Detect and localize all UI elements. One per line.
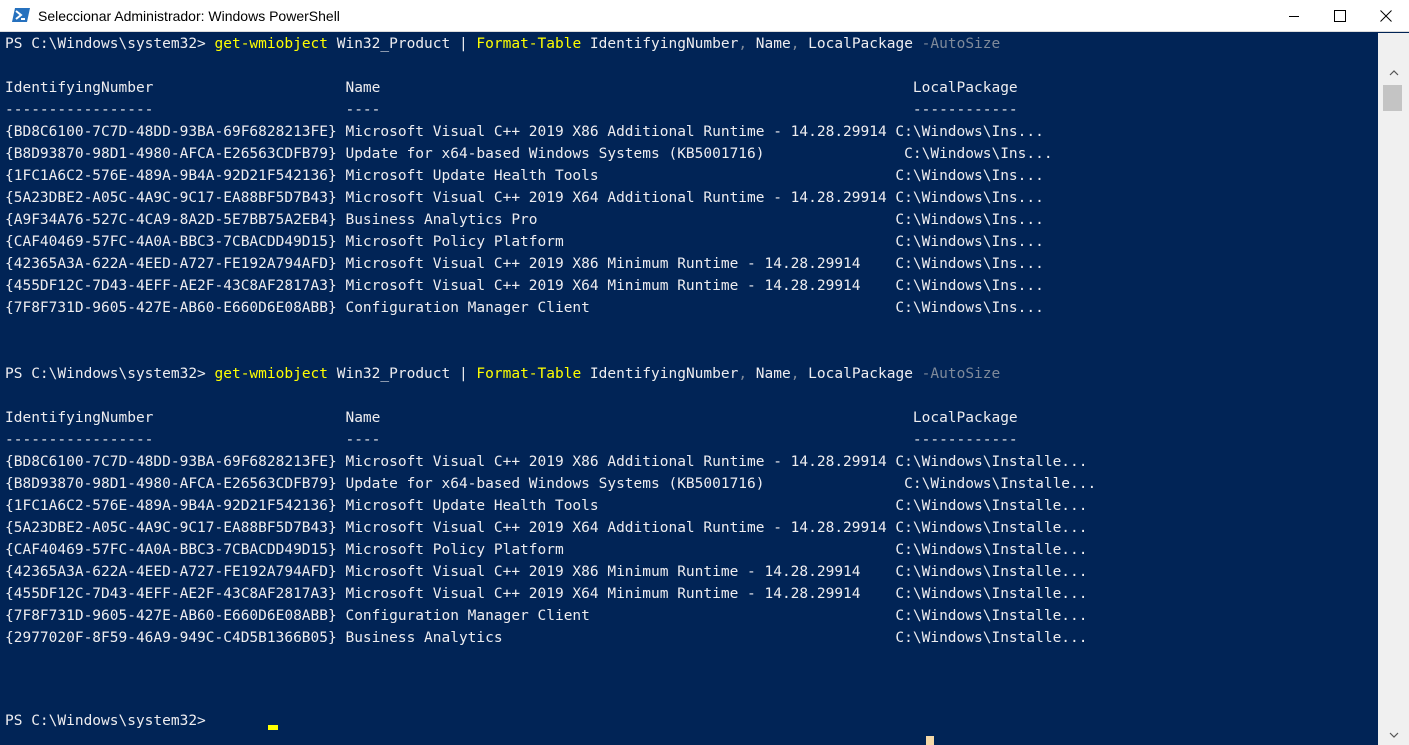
argument: IdentifyingNumber	[581, 36, 739, 52]
table-row: {1FC1A6C2-576E-489A-9B4A-92D21F542136} M…	[5, 498, 1088, 514]
table-row: {A9F34A76-527C-4CA9-8A2D-5E7BB75A2EB4} B…	[5, 212, 1044, 228]
table-row: {5A23DBE2-A05C-4A9C-9C17-EA88BF5D7B43} M…	[5, 190, 1044, 206]
text-cursor	[268, 725, 278, 730]
argument: Win32_Product |	[328, 36, 477, 52]
cmdlet: get-wmiobject	[214, 366, 329, 382]
scroll-down-button[interactable]	[1378, 723, 1409, 745]
table-row: {42365A3A-622A-4EED-A727-FE192A794AFD} M…	[5, 564, 1088, 580]
argument: Name	[747, 366, 791, 382]
window-title: Seleccionar Administrador: Windows Power…	[38, 8, 340, 24]
table-row: {42365A3A-622A-4EED-A727-FE192A794AFD} M…	[5, 256, 1044, 272]
scroll-down-arrow-icon	[1389, 725, 1399, 743]
command-line: PS C:\Windows\system32> get-wmiobject Wi…	[5, 363, 1000, 385]
table-row: {455DF12C-7D43-4EFF-AE2F-43C8AF2817A3} M…	[5, 586, 1088, 602]
final-prompt: PS C:\Windows\system32>	[5, 713, 215, 729]
argument: Win32_Product |	[328, 366, 477, 382]
title-bar[interactable]: Seleccionar Administrador: Windows Power…	[0, 0, 1409, 32]
argument: LocalPackage	[799, 366, 922, 382]
table-row: {7F8F731D-9605-427E-AB60-E660D6E08ABB} C…	[5, 608, 1088, 624]
cmdlet: Format-Table	[476, 36, 582, 52]
table-row: {CAF40469-57FC-4A0A-BBC3-7CBACDD49D15} M…	[5, 234, 1044, 250]
powershell-window: Seleccionar Administrador: Windows Power…	[0, 0, 1409, 745]
parameter: -AutoSize	[921, 366, 1001, 382]
argument: LocalPackage	[799, 36, 922, 52]
minimize-button[interactable]	[1271, 0, 1317, 32]
cmdlet: Format-Table	[476, 366, 582, 382]
scroll-up-arrow-icon	[1389, 63, 1399, 81]
mouse-cursor-marker	[926, 736, 934, 745]
maximize-icon	[1334, 10, 1346, 22]
close-button[interactable]	[1363, 0, 1409, 32]
powershell-icon	[12, 7, 30, 23]
vertical-scrollbar[interactable]	[1378, 33, 1409, 745]
prompt: PS C:\Windows\system32>	[5, 36, 215, 52]
parameter: -AutoSize	[921, 36, 1001, 52]
argument: IdentifyingNumber	[581, 366, 739, 382]
separator: ,	[738, 36, 748, 52]
separator: ,	[738, 366, 748, 382]
table-row: {455DF12C-7D43-4EFF-AE2F-43C8AF2817A3} M…	[5, 278, 1044, 294]
command-line: PS C:\Windows\system32> get-wmiobject Wi…	[5, 33, 1000, 55]
table-underline: ----------------- ---- ------------	[5, 432, 1018, 448]
argument: Name	[747, 36, 791, 52]
table-row: {BD8C6100-7C7D-48DD-93BA-69F6828213FE} M…	[5, 124, 1044, 140]
close-icon	[1380, 10, 1392, 22]
console-output[interactable]: PS C:\Windows\system32> get-wmiobject Wi…	[0, 33, 1378, 745]
table-row: {CAF40469-57FC-4A0A-BBC3-7CBACDD49D15} M…	[5, 542, 1088, 558]
table-row: {B8D93870-98D1-4980-AFCA-E26563CDFB79} U…	[5, 476, 1097, 492]
maximize-button[interactable]	[1317, 0, 1363, 32]
table-row: {B8D93870-98D1-4980-AFCA-E26563CDFB79} U…	[5, 146, 1053, 162]
table-header: IdentifyingNumber Name LocalPackage	[5, 410, 1018, 426]
table-row: {2977020F-8F59-46A9-949C-C4D5B1366B05} B…	[5, 630, 1088, 646]
table-row: {7F8F731D-9605-427E-AB60-E660D6E08ABB} C…	[5, 300, 1044, 316]
table-row: {5A23DBE2-A05C-4A9C-9C17-EA88BF5D7B43} M…	[5, 520, 1088, 536]
table-underline: ----------------- ---- ------------	[5, 102, 1018, 118]
prompt: PS C:\Windows\system32>	[5, 366, 215, 382]
table-row: {1FC1A6C2-576E-489A-9B4A-92D21F542136} M…	[5, 168, 1044, 184]
scroll-thumb[interactable]	[1383, 85, 1402, 111]
cmdlet: get-wmiobject	[214, 36, 329, 52]
table-row: {BD8C6100-7C7D-48DD-93BA-69F6828213FE} M…	[5, 454, 1088, 470]
minimize-icon	[1288, 10, 1300, 22]
scroll-up-button[interactable]	[1378, 61, 1409, 83]
table-header: IdentifyingNumber Name LocalPackage	[5, 80, 1018, 96]
